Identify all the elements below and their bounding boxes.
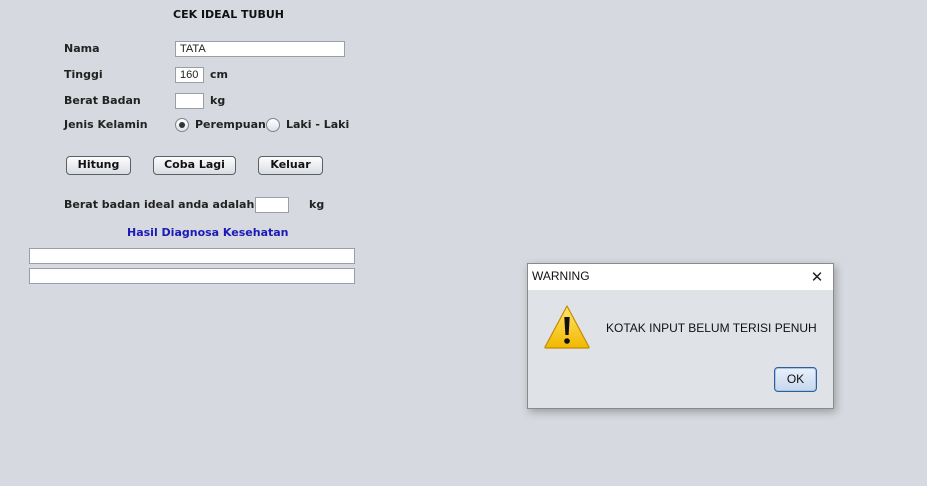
radio-selected-dot [179, 122, 185, 128]
ideal-output[interactable] [255, 197, 289, 213]
ok-button[interactable]: OK [774, 367, 817, 392]
nama-input[interactable]: TATA [175, 41, 345, 57]
ideal-unit: kg [309, 198, 325, 211]
close-icon[interactable]: ✕ [807, 267, 827, 287]
dialog-title: WARNING [532, 269, 590, 283]
radio-laki-laki-label[interactable]: Laki - Laki [286, 118, 349, 132]
hitung-button[interactable]: Hitung [66, 156, 131, 175]
dialog-title-bar[interactable]: WARNING ✕ [528, 264, 833, 290]
diagnosa-field-1[interactable] [29, 248, 355, 264]
dialog-message: KOTAK INPUT BELUM TERISI PENUH [606, 321, 817, 335]
warning-dialog: WARNING ✕ KOTAK INPUT BELUM TERISI PENUH… [527, 263, 834, 409]
app-title: CEK IDEAL TUBUH [173, 8, 284, 21]
coba-lagi-button[interactable]: Coba Lagi [153, 156, 236, 175]
diagnosa-field-2[interactable] [29, 268, 355, 284]
nama-label: Nama [64, 42, 100, 55]
berat-label: Berat Badan [64, 94, 141, 107]
tinggi-input[interactable]: 160 [175, 67, 204, 83]
ideal-label: Berat badan ideal anda adalah [64, 198, 255, 211]
warning-icon [543, 304, 591, 350]
kelamin-label: Jenis Kelamin [64, 118, 148, 131]
berat-input[interactable] [175, 93, 204, 109]
keluar-button[interactable]: Keluar [258, 156, 323, 175]
diagnosa-title: Hasil Diagnosa Kesehatan [127, 226, 289, 239]
berat-unit: kg [210, 94, 226, 107]
tinggi-label: Tinggi [64, 68, 103, 81]
tinggi-unit: cm [210, 68, 228, 81]
dialog-body: KOTAK INPUT BELUM TERISI PENUH OK [528, 290, 833, 408]
radio-perempuan-label[interactable]: Perempuan [195, 118, 266, 132]
radio-perempuan[interactable] [175, 118, 189, 132]
radio-laki-laki[interactable] [266, 118, 280, 132]
